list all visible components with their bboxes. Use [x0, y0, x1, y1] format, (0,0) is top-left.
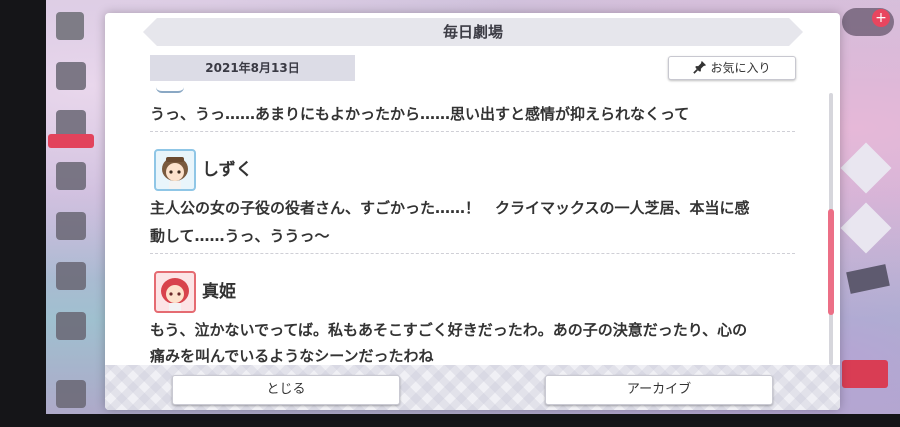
- speaker-name: 真姫: [202, 282, 236, 302]
- message-line: 痛みを叫んでいるようなシーンだったわね: [150, 347, 434, 365]
- dialog-title: 毎日劇場: [442, 23, 503, 41]
- date-label: 2021年8月13日: [150, 55, 355, 81]
- side-menu-icon[interactable]: [56, 162, 86, 190]
- daily-theater-dialog: 毎日劇場 2021年8月13日 お気に入り うっ、うっ……あまりにもよかったから…: [105, 13, 840, 410]
- side-badge: [48, 134, 94, 148]
- message-line: 動して……うっ、ううっ～: [150, 227, 330, 245]
- favorite-button[interactable]: お気に入り: [668, 56, 796, 80]
- close-button[interactable]: とじる: [172, 375, 400, 405]
- side-menu-icon[interactable]: [56, 262, 86, 290]
- archive-button[interactable]: アーカイブ: [545, 375, 773, 405]
- side-menu-icon[interactable]: [56, 312, 86, 340]
- device-frame: [0, 0, 46, 427]
- message-list[interactable]: うっ、うっ……あまりにもよかったから……思い出すと感情が抑えられなくって しずく…: [150, 87, 795, 367]
- partial-avatar: [156, 87, 184, 93]
- shizuku-avatar: [154, 149, 196, 191]
- title-bar: 毎日劇場: [143, 18, 803, 46]
- side-menu-icon[interactable]: [56, 62, 86, 90]
- message-line: もう、泣かないでってば。私もあそこすごく好きだったわ。あの子の決意だったり、心の: [150, 321, 748, 339]
- plus-icon[interactable]: +: [872, 9, 890, 27]
- message-line: うっ、うっ……あまりにもよかったから……思い出すと感情が抑えられなくって: [150, 105, 690, 123]
- device-frame-bottom: [0, 414, 900, 427]
- side-menu-icon[interactable]: [56, 380, 86, 408]
- pin-icon: [693, 60, 707, 74]
- hamburger-menu-icon[interactable]: [56, 12, 84, 40]
- favorite-label: お気に入り: [710, 61, 771, 75]
- speaker-name: しずく: [202, 160, 253, 180]
- divider: [150, 253, 795, 254]
- maki-avatar: [154, 271, 196, 313]
- message-line: 主人公の女の子役の役者さん、すごかった……！ クライマックスの一人芝居、本当に感: [150, 199, 750, 217]
- scrollbar-thumb[interactable]: [828, 209, 834, 315]
- side-menu-icon[interactable]: [56, 212, 86, 240]
- background-card: [842, 360, 888, 388]
- divider: [150, 131, 795, 132]
